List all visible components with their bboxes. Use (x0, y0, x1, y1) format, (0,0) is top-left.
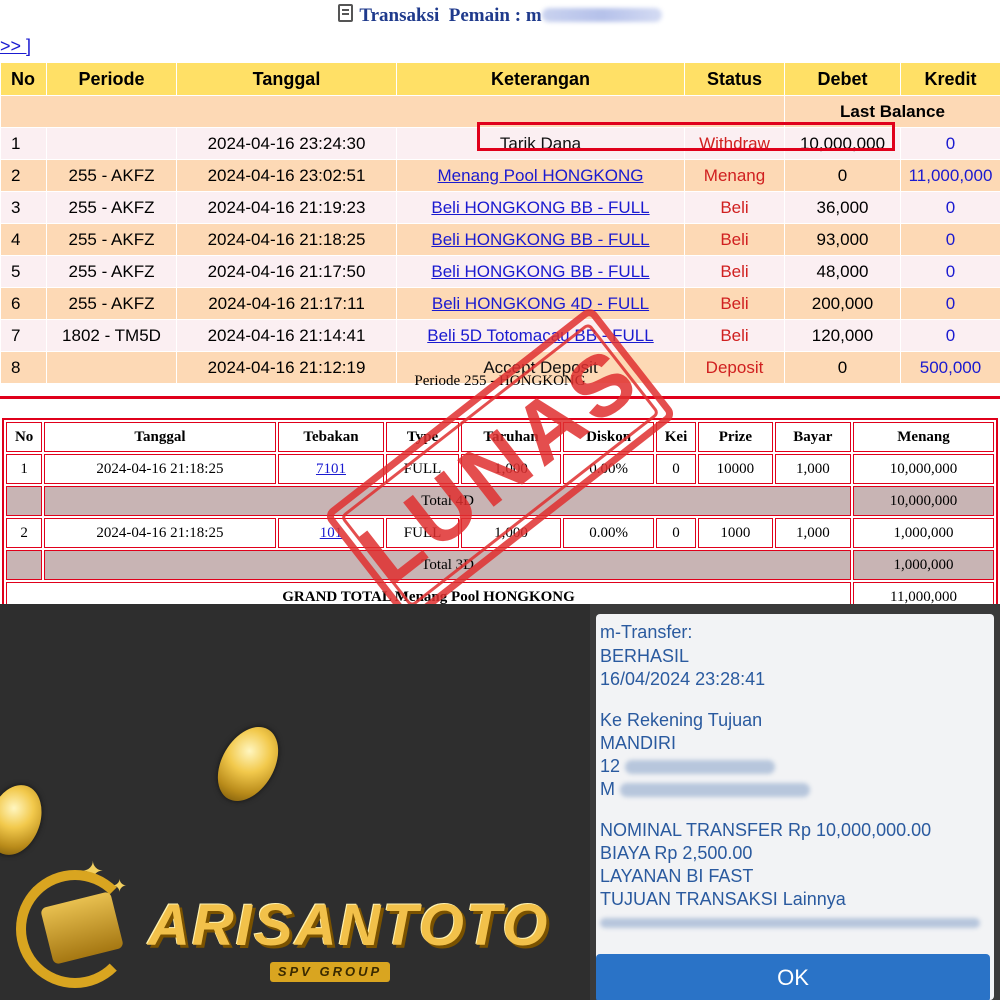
keterangan-link[interactable]: Beli HONGKONG BB - FULL (431, 198, 649, 217)
col-periode: Periode (46, 62, 177, 96)
tebakan-link[interactable]: 101 (320, 525, 343, 541)
status-text: Beli (684, 191, 785, 224)
report-title: Transaksi (359, 5, 440, 26)
grand-total-label: GRAND TOTAL Menang Pool HONGKONG (6, 582, 852, 604)
table-row: 5 255 - AKFZ 2024-04-16 21:17:50 Beli HO… (0, 255, 1000, 288)
brand-logo-subtitle: SPV GROUP (270, 962, 390, 982)
transfer-receipt: m-Transfer: BERHASIL 16/04/2024 23:28:41… (596, 614, 994, 1000)
nav-next-link[interactable]: >> ] (0, 36, 31, 57)
last-balance-row: Last Balance (0, 95, 1000, 128)
total-4d-value: 10,000,000 (853, 486, 994, 516)
gold-coin-icon (0, 777, 51, 863)
bet-detail-table: No Tanggal Tebakan Type Taruhan Diskon K… (2, 418, 998, 604)
keterangan-text: Tarik Dana (396, 127, 685, 160)
status-text: Withdraw (684, 127, 785, 160)
receipt-status: BERHASIL (600, 646, 690, 666)
transfer-receipt-panel: m-Transfer: BERHASIL 16/04/2024 23:28:41… (590, 604, 1000, 1000)
brand-banner: ✦ ✦ ARISANTOTO SPV GROUP (0, 604, 590, 1000)
receipt-purpose: TUJUAN TRANSAKSI Lainnya (600, 889, 846, 909)
receipt-datetime: 16/04/2024 23:28:41 (600, 669, 766, 689)
status-text: Beli (684, 319, 785, 352)
transaction-report: Transaksi Pemain : m >> ] No Periode Tan… (0, 0, 1000, 604)
receipt-header: m-Transfer: (600, 622, 693, 642)
col-tanggal: Tanggal (176, 62, 397, 96)
table-row: 6 255 - AKFZ 2024-04-16 21:17:11 Beli HO… (0, 287, 1000, 320)
keterangan-link[interactable]: Beli HONGKONG BB - FULL (431, 230, 649, 249)
table-row: 2 255 - AKFZ 2024-04-16 23:02:51 Menang … (0, 159, 1000, 192)
transactions-table: No Periode Tanggal Keterangan Status Deb… (0, 62, 1000, 384)
last-balance-label: Last Balance (784, 95, 1000, 128)
grand-total-row: GRAND TOTAL Menang Pool HONGKONG 11,000,… (6, 582, 994, 604)
keterangan-link[interactable]: Menang Pool HONGKONG (438, 166, 644, 185)
grand-total-value: 11,000,000 (853, 582, 994, 604)
table-row: 7 1802 - TM5D 2024-04-16 21:14:41 Beli 5… (0, 319, 1000, 352)
status-text: Beli (684, 287, 785, 320)
periode-caption: Periode 255 - HONGKONG (414, 373, 586, 389)
receipt-bank: MANDIRI (600, 733, 676, 753)
col-kredit: Kredit (900, 62, 1000, 96)
receipt-account-name: M (600, 779, 811, 800)
table-row: 1 2024-04-16 21:18:25 7101 FULL 1,000 0.… (6, 454, 994, 484)
total-3d-value: 1,000,000 (853, 550, 994, 580)
keterangan-link[interactable]: Beli 5D Totomacau BB - FULL (427, 326, 653, 345)
col-keterangan: Keterangan (396, 62, 685, 96)
total-3d-label: Total 3D (44, 550, 852, 580)
total-4d-row: Total 4D 10,000,000 (6, 486, 994, 516)
receipt-nominal: NOMINAL TRANSFER Rp 10,000,000.00 (600, 820, 932, 840)
table-row: 2 2024-04-16 21:18:25 101 FULL 1,000 0.0… (6, 518, 994, 548)
transactions-header-row: No Periode Tanggal Keterangan Status Deb… (0, 62, 1000, 96)
receipt-fee: BIAYA Rp 2,500.00 (600, 843, 753, 863)
col-status: Status (684, 62, 785, 96)
receipt-account-number: 12 (600, 756, 776, 777)
clipboard-icon (338, 4, 354, 22)
status-text: Menang (684, 159, 785, 192)
player-name: m (525, 5, 542, 26)
keterangan-link[interactable]: Beli HONGKONG 4D - FULL (432, 294, 649, 313)
table-row: 1 2024-04-16 23:24:30 Tarik Dana Withdra… (0, 127, 1000, 160)
status-text: Beli (684, 255, 785, 288)
receipt-ref-blurred (600, 912, 980, 933)
table-row: 4 255 - AKFZ 2024-04-16 21:18:25 Beli HO… (0, 223, 1000, 256)
ok-button[interactable]: OK (596, 954, 990, 1000)
tebakan-link[interactable]: 7101 (316, 461, 346, 477)
receipt-destination-label: Ke Rekening Tujuan (600, 710, 763, 730)
col-no: No (0, 62, 47, 96)
table-row: 3 255 - AKFZ 2024-04-16 21:19:23 Beli HO… (0, 191, 1000, 224)
brand-logo-text: ARISANTOTO (148, 893, 550, 958)
detail-header-row: No Tanggal Tebakan Type Taruhan Diskon K… (6, 422, 994, 452)
status-text: Beli (684, 223, 785, 256)
player-name-blurred (541, 8, 662, 22)
receipt-service: LAYANAN BI FAST (600, 866, 754, 886)
total-3d-row: Total 3D 1,000,000 (6, 550, 994, 580)
report-header: Transaksi Pemain : m (0, 4, 1000, 27)
keterangan-link[interactable]: Beli HONGKONG BB - FULL (431, 262, 649, 281)
col-debet: Debet (784, 62, 901, 96)
player-label: Pemain : (448, 5, 522, 26)
gold-coin-icon (205, 716, 291, 812)
total-4d-label: Total 4D (44, 486, 852, 516)
section-divider (0, 396, 1000, 399)
